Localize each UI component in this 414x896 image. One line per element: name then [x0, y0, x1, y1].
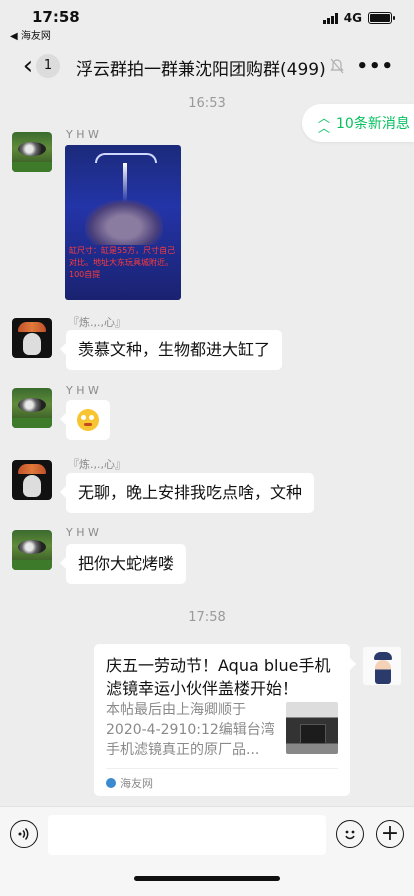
back-to-app-link[interactable]: ◀ 海友网 — [10, 27, 51, 42]
card-source-label: 海友网 — [120, 777, 153, 790]
input-bar: + — [0, 806, 414, 896]
card-source: 海友网 — [106, 768, 338, 791]
new-messages-label: 10条新消息 — [336, 116, 410, 132]
text-message[interactable]: 羡慕文种，生物都进大缸了 — [59, 330, 283, 370]
status-time: 17:58 — [32, 8, 80, 26]
sender-name: 『炼.,.,心』 — [68, 458, 126, 471]
voice-input-icon[interactable] — [10, 820, 38, 848]
avatar[interactable] — [12, 132, 52, 172]
chat-title: 浮云群拍一群兼沈阳团购群(499) — [76, 60, 326, 80]
double-chevron-up-icon: ︿ ︿ — [318, 111, 331, 135]
sender-name: Y H W — [66, 384, 99, 397]
sender-name: 『炼.,.,心』 — [68, 316, 126, 329]
my-avatar[interactable] — [362, 646, 402, 686]
aquarium-lamp — [95, 153, 157, 163]
battery-icon — [368, 12, 395, 24]
home-indicator[interactable] — [134, 876, 280, 881]
status-bar: 17:58 ◀ 海友网 4G — [0, 0, 414, 42]
image-caption: 缸尺寸：缸是55方，尺寸自己对比。地址大东玩具城附近。100自提 — [69, 246, 176, 279]
emoji-message[interactable] — [60, 400, 110, 440]
avatar[interactable] — [12, 460, 52, 500]
avatar[interactable] — [12, 388, 52, 428]
grimace-emoji-icon — [77, 409, 99, 431]
more-options-button[interactable]: ••• — [356, 56, 394, 77]
mute-bell-icon — [330, 58, 344, 74]
timestamp: 17:58 — [188, 610, 226, 625]
text-message[interactable]: 把你大蛇烤喽 — [59, 544, 187, 584]
avatar[interactable] — [12, 318, 52, 358]
network-label: 4G — [343, 11, 362, 25]
signal-icon — [322, 12, 338, 24]
sender-name: Y H W — [66, 128, 99, 141]
link-card[interactable]: 庆五一劳动节！Aqua blue手机滤镜幸运小伙伴盖楼开始！ 本帖最后由上海卿顺… — [94, 644, 356, 796]
unread-badge[interactable]: 1 — [36, 54, 60, 78]
chat-header: ‹ 1 浮云群拍一群兼沈阳团购群(499) ••• — [0, 42, 414, 90]
image-message[interactable]: 缸尺寸：缸是55方，尺寸自己对比。地址大东玩具城附近。100自提 — [65, 145, 181, 300]
sender-name: Y H W — [66, 526, 99, 539]
aquarium-rock — [85, 200, 163, 245]
text-message[interactable]: 无聊，晚上安排我吃点啥，文种 — [59, 473, 315, 513]
avatar[interactable] — [12, 530, 52, 570]
status-icons: 4G — [322, 11, 395, 25]
new-messages-button[interactable]: ︿ ︿ 10条新消息 — [302, 104, 414, 142]
card-title: 庆五一劳动节！Aqua blue手机滤镜幸运小伙伴盖楼开始！ — [106, 656, 331, 698]
card-thumbnail — [286, 702, 338, 754]
source-logo-icon — [106, 778, 116, 788]
plus-icon[interactable]: + — [376, 820, 404, 848]
emoji-picker-icon[interactable] — [336, 820, 364, 848]
message-input[interactable] — [48, 815, 326, 855]
chat-area[interactable]: 16:53 ︿ ︿ 10条新消息 Y H W 缸尺寸：缸是55方，尺寸自己对比。地… — [0, 90, 414, 806]
card-description: 本帖最后由上海卿顺于2020-4-2910:12编辑台湾手机滤镜真正的原厂品..… — [106, 702, 275, 758]
